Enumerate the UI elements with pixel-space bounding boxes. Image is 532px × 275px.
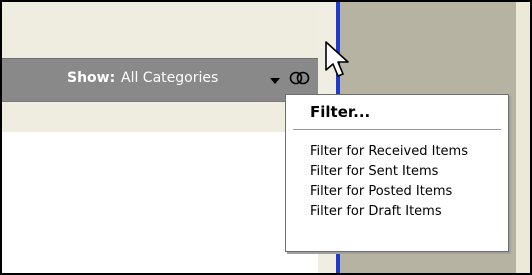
category-dropdown[interactable]: All Categories [121,70,218,86]
chevron-down-icon[interactable] [270,78,280,84]
filter-toolbar: Show: All Categories [2,58,318,102]
right-pane-edge [516,2,530,273]
menu-separator [293,129,501,130]
menu-item-sent[interactable]: Filter for Sent Items [310,162,468,182]
filter-menu-items: Filter for Received Items Filter for Sen… [310,142,468,222]
menu-item-posted[interactable]: Filter for Posted Items [310,182,468,202]
header-area [2,2,318,58]
screenshot-frame: Show: All Categories Filter... Filter fo… [0,0,532,275]
filter-icon[interactable] [289,69,311,87]
menu-item-draft[interactable]: Filter for Draft Items [310,202,468,222]
list-header-area [2,102,318,132]
mouse-pointer-icon [325,41,349,77]
filter-menu: Filter... Filter for Received Items Filt… [285,94,509,252]
menu-item-received[interactable]: Filter for Received Items [310,142,468,162]
filter-menu-header[interactable]: Filter... [310,103,370,121]
show-label: Show: [67,70,116,86]
